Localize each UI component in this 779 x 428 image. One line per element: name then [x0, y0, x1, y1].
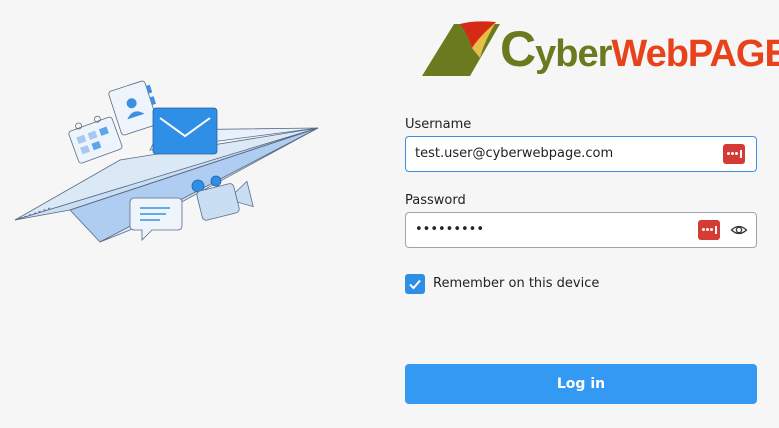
username-value: test.user@cyberwebpage.com	[415, 146, 614, 161]
login-page: CyberWebPAGE Username test.user@cyberweb…	[0, 0, 779, 428]
login-button[interactable]: Log in	[405, 364, 757, 404]
logo-page-curl-icon	[422, 21, 500, 76]
logo-middle: yber	[535, 33, 612, 75]
checkmark-icon	[409, 279, 421, 290]
password-field[interactable]: •••••••••	[405, 212, 757, 248]
eye-icon[interactable]	[730, 221, 748, 239]
password-manager-icon[interactable]	[698, 220, 720, 240]
password-label: Password	[405, 193, 466, 208]
password-manager-icon[interactable]	[723, 144, 745, 164]
remember-label[interactable]: Remember on this device	[433, 276, 599, 291]
paper-plane-illustration	[14, 80, 319, 243]
password-value: •••••••••	[415, 222, 485, 237]
remember-checkbox[interactable]	[405, 274, 425, 294]
username-label: Username	[405, 117, 472, 132]
cyberwebpage-logo: CyberWebPAGE	[420, 18, 779, 80]
logo-end: WebPAGE	[611, 33, 779, 75]
logo-wordmark: CyberWebPAGE	[500, 24, 779, 79]
logo-initial: C	[500, 21, 536, 77]
username-field[interactable]: test.user@cyberwebpage.com	[405, 136, 757, 172]
